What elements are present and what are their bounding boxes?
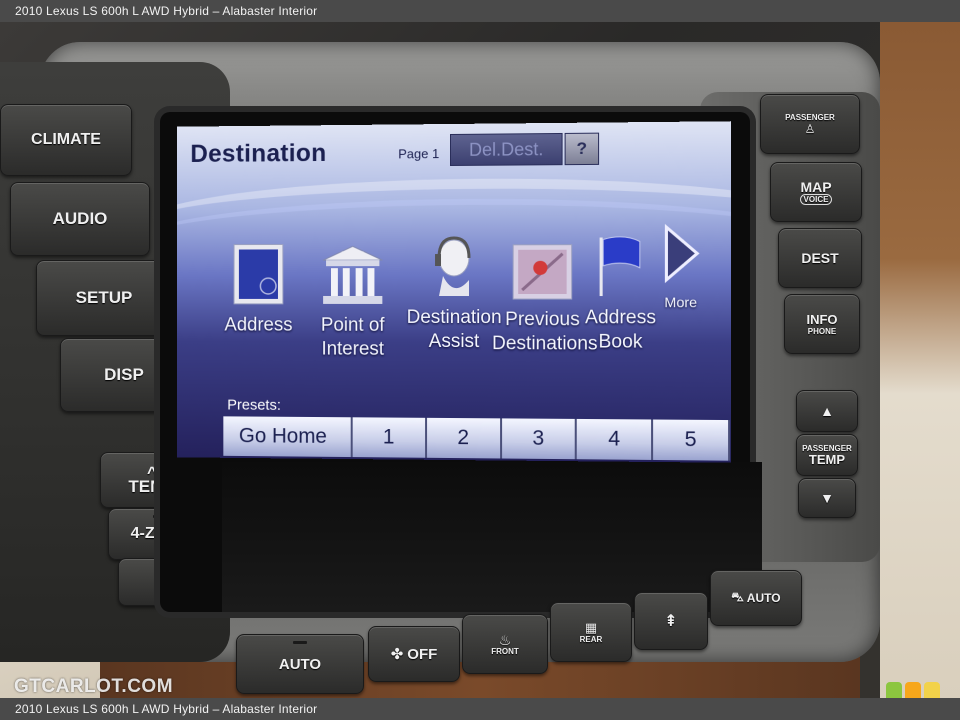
logo-square-orange (905, 682, 921, 698)
leather-trim-right (880, 22, 960, 698)
building-icon (318, 242, 387, 304)
screen-title: Destination (190, 139, 327, 168)
dashboard-photo: CLIMATE AUDIO SETUP DISP ^ TEMP 4-ZONE v… (0, 22, 960, 698)
delete-destination-button[interactable]: Del.Dest. (449, 132, 563, 166)
passenger-temp-down-button[interactable]: ▼ (798, 478, 856, 518)
passenger-temp-up-button[interactable]: ▲ (796, 390, 858, 432)
caption-bottom: 2010 Lexus LS 600h L AWD Hybrid – Alabas… (0, 698, 960, 720)
map-label: MAP (800, 178, 832, 195)
preset-1[interactable]: 1 (352, 417, 427, 458)
passenger-button[interactable]: PASSENGER ♙ (760, 94, 860, 154)
screen-lower-glass (222, 462, 762, 612)
dest-button[interactable]: DEST (778, 228, 862, 288)
menu-poi-label-2: Interest (321, 338, 385, 360)
menu-more[interactable]: More (650, 223, 712, 314)
site-logo (886, 682, 940, 698)
menu-address[interactable]: Address (219, 242, 297, 337)
fan-icon: ✤ (390, 646, 404, 663)
logo-square-green (886, 682, 902, 698)
climate-label: CLIMATE (31, 131, 101, 148)
menu-point-of-interest[interactable]: Point of Interest (303, 242, 402, 362)
passenger-temp-label: PASSENGER TEMP (796, 434, 858, 476)
next-arrow-icon (660, 223, 701, 284)
disp-label: DISP (104, 365, 144, 384)
passenger-seat-icon: ♙ (804, 121, 816, 136)
off-label: OFF (407, 645, 438, 663)
preset-2[interactable]: 2 (426, 417, 502, 459)
auto-climate-button[interactable]: AUTO (236, 634, 364, 694)
rear-label: REAR (579, 634, 603, 644)
air-vent-button[interactable]: ⇞ (634, 592, 708, 650)
caption-top: 2010 Lexus LS 600h L AWD Hybrid – Alabas… (0, 0, 960, 22)
presets-bar: Go Home 1 2 3 4 5 (223, 416, 731, 461)
chevron-down-icon: ▼ (820, 490, 834, 506)
watermark-logo: GTCARLOT.COM (14, 676, 174, 697)
navigation-screen: Destination Page 1 Del.Dest. ? Address P… (176, 121, 732, 463)
preset-3[interactable]: 3 (501, 418, 578, 460)
airflow-icon: ⇞ (664, 613, 678, 630)
climate-button[interactable]: CLIMATE (0, 104, 132, 176)
operator-icon (435, 236, 470, 297)
menu-address-label: Address (224, 314, 293, 336)
voice-label: VOICE (799, 193, 833, 205)
setup-button[interactable]: SETUP (36, 260, 172, 336)
presets-label: Presets: (227, 396, 281, 414)
auto-recirculation-button[interactable]: ⛍ AUTO (710, 570, 802, 626)
front-label: FRONT (491, 646, 519, 656)
passenger-label: PASSENGER (785, 112, 835, 122)
map-voice-button[interactable]: MAP VOICE (770, 162, 862, 222)
car-recirc-icon: ⛍ (731, 590, 744, 604)
front-defrost-button[interactable]: ♨ FRONT (462, 614, 548, 674)
preset-4[interactable]: 4 (577, 418, 654, 460)
page-indicator: Page 1 (398, 146, 440, 162)
audio-label: AUDIO (52, 209, 108, 228)
logo-square-yellow (924, 682, 940, 698)
menu-more-label: More (664, 294, 698, 311)
setup-label: SETUP (75, 288, 133, 307)
chevron-up-icon: ▲ (820, 403, 834, 419)
dest-label: DEST (801, 250, 839, 266)
phone-label: PHONE (807, 326, 837, 336)
rear-defrost-icon: ▦ (584, 619, 598, 635)
audio-button[interactable]: AUDIO (10, 182, 150, 256)
preset-go-home[interactable]: Go Home (223, 416, 353, 458)
info-phone-button[interactable]: INFO PHONE (784, 294, 860, 354)
fan-off-button[interactable]: ✤ OFF (368, 626, 460, 682)
flag-icon (593, 233, 648, 300)
preset-5[interactable]: 5 (653, 419, 731, 461)
map-pin-icon (510, 242, 575, 302)
rear-defrost-button[interactable]: ▦ REAR (550, 602, 632, 662)
passenger-temp-label-2: TEMP (808, 451, 846, 467)
auto-label: AUTO (278, 655, 322, 673)
auto-recirc-label: AUTO (746, 591, 781, 605)
auto-indicator (293, 641, 307, 644)
menu-poi-label-1: Point of (320, 314, 385, 336)
help-button[interactable]: ? (564, 132, 600, 166)
front-defrost-icon: ♨ (498, 631, 512, 648)
menu-address-book-label-2: Book (598, 331, 643, 353)
address-book-icon (231, 242, 286, 307)
info-label: INFO (806, 311, 838, 327)
